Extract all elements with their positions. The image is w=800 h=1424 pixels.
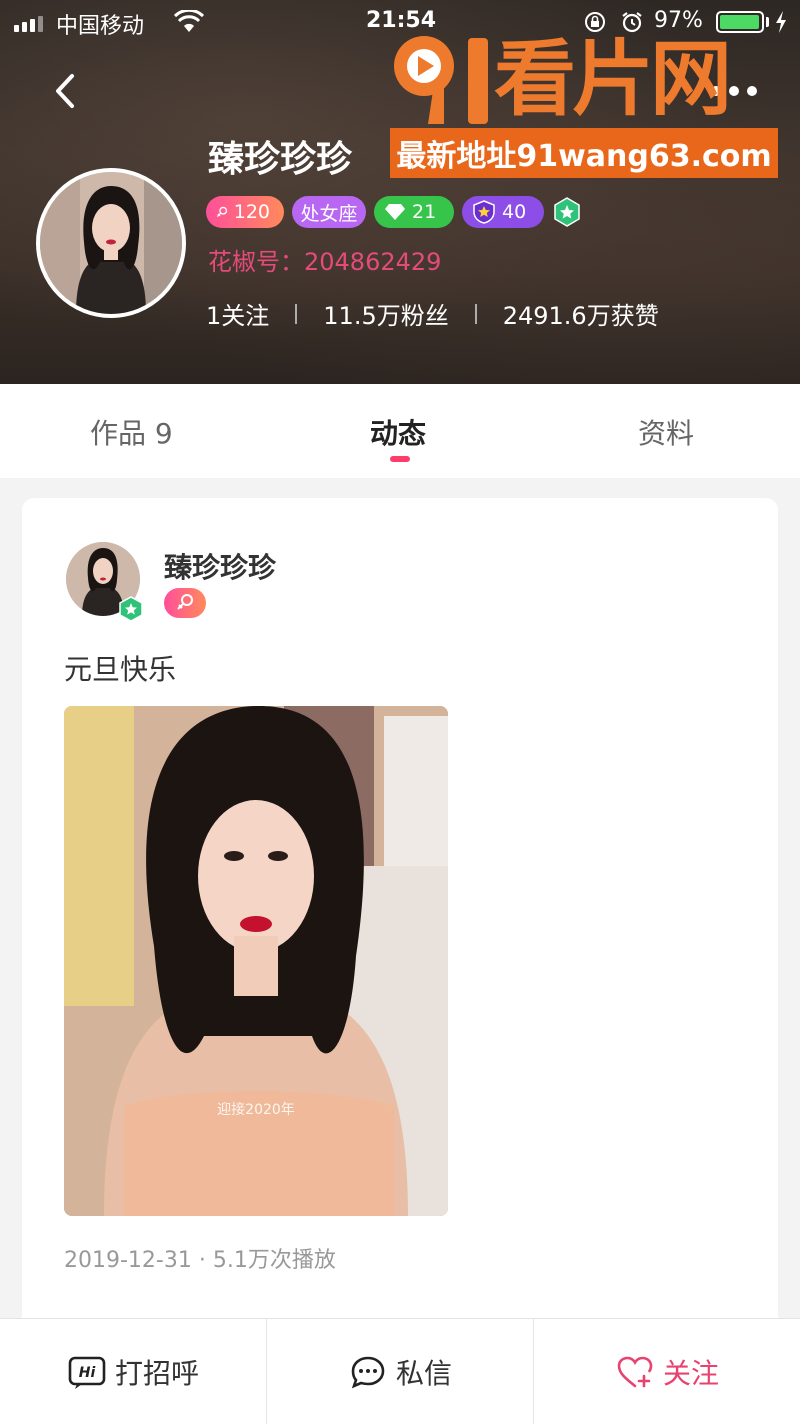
verified-hex-icon <box>554 197 580 227</box>
message-label: 私信 <box>395 1356 452 1390</box>
profile-stats: 1关注 11.5万粉丝 2491.6万获赞 <box>206 296 659 331</box>
profile-header: 中国移动 21:54 97% 看片网 最新地址91wang63.com 臻珍珍珍… <box>0 0 800 384</box>
heart-plus-icon <box>617 1356 653 1387</box>
bottom-action-bar: Hi 打招呼 私信 关注 <box>0 1318 800 1424</box>
diamond-level-value: 21 <box>412 201 437 223</box>
post-card: 臻珍珍珍 元旦快乐 迎接2020年 2019-12-31 · 5.1万次播放 <box>22 498 778 1338</box>
hi-icon: Hi <box>68 1356 106 1389</box>
zodiac-badge: 处女座 <box>292 196 366 228</box>
follow-label: 关注 <box>662 1356 719 1390</box>
message-button[interactable]: 私信 <box>266 1319 533 1424</box>
watermark-banner: 最新地址91wang63.com <box>390 128 778 178</box>
diamond-level-badge: 21 <box>374 196 454 228</box>
post-author-name[interactable]: 臻珍珍珍 <box>164 546 276 586</box>
tab-indicator <box>390 456 410 462</box>
carrier-name: 中国移动 <box>56 14 145 39</box>
chat-icon <box>351 1356 385 1388</box>
gender-level-value: 120 <box>233 201 270 223</box>
wifi-icon <box>174 10 204 32</box>
greet-button[interactable]: Hi 打招呼 <box>0 1319 266 1424</box>
tab-info[interactable]: 资料 <box>638 412 694 452</box>
stats-divider <box>295 303 298 324</box>
profile-name: 臻珍珍珍 <box>208 139 353 180</box>
gender-level-badge: 120 <box>206 196 284 228</box>
svg-text:Hi: Hi <box>79 1365 96 1381</box>
signal-icon <box>14 14 43 32</box>
star-shield-icon <box>473 200 495 224</box>
video-caption-watermark: 迎接2020年 <box>217 1101 295 1118</box>
greet-label: 打招呼 <box>114 1356 199 1390</box>
profile-avatar[interactable] <box>36 168 186 318</box>
stats-divider <box>474 303 477 324</box>
star-level-badge: 40 <box>462 196 544 228</box>
verified-hex-icon <box>119 596 143 622</box>
huajiao-id: 花椒号：204862429 <box>208 248 442 276</box>
post-text: 元旦快乐 <box>64 653 177 686</box>
post-meta: 2019-12-31 · 5.1万次播放 <box>64 1248 336 1273</box>
profile-badges: 120 处女座 21 40 <box>206 196 582 228</box>
post-video-thumbnail[interactable]: 迎接2020年 <box>64 706 448 1216</box>
diamond-icon <box>385 204 405 220</box>
following-count[interactable]: 1关注 <box>206 296 269 331</box>
watermark-logo: 看片网 <box>388 24 784 134</box>
back-icon[interactable] <box>44 66 88 116</box>
fans-count[interactable]: 11.5万粉丝 <box>323 296 448 331</box>
female-icon <box>177 594 193 610</box>
tab-works[interactable]: 作品 9 <box>90 412 173 452</box>
profile-tabs: 作品 9 动态 资料 <box>0 384 800 478</box>
tab-moments[interactable]: 动态 <box>370 412 426 452</box>
star-level-value: 40 <box>502 201 527 223</box>
follow-button[interactable]: 关注 <box>533 1319 800 1424</box>
likes-count: 2491.6万获赞 <box>502 302 659 330</box>
post-gender-badge <box>164 588 206 618</box>
female-icon <box>216 206 228 218</box>
